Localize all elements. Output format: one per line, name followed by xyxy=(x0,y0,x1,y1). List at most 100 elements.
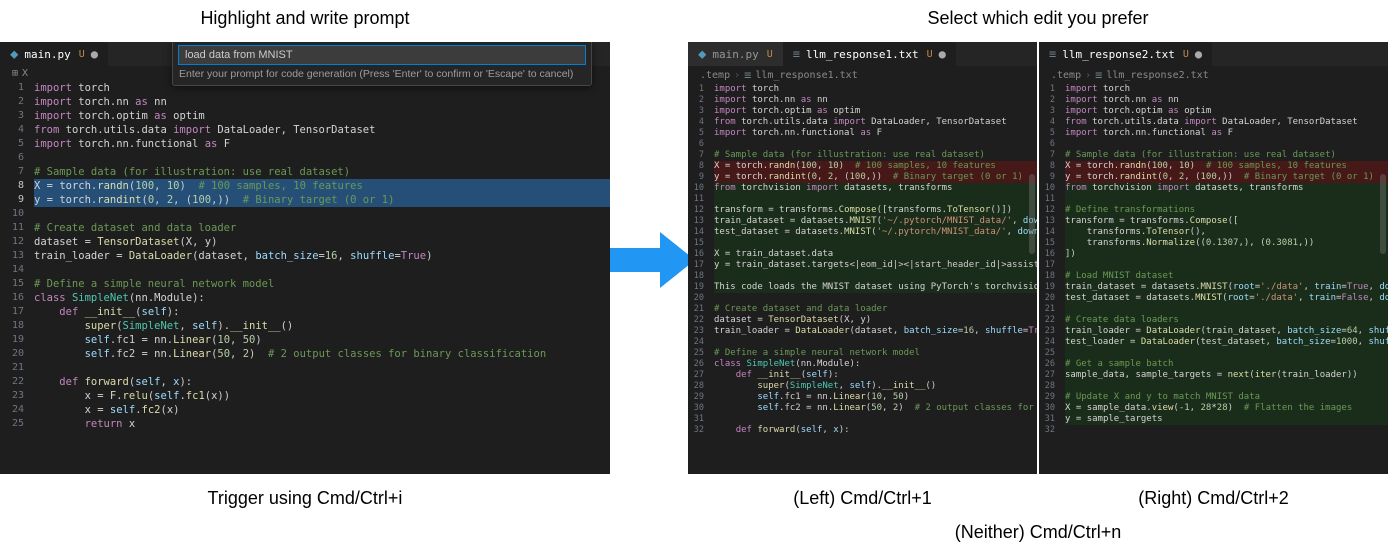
code-line[interactable]: train_dataset = datasets.MNIST('~/.pytor… xyxy=(714,216,1037,227)
code-line[interactable]: from torchvision import datasets, transf… xyxy=(714,183,1037,194)
code-area[interactable]: import torchimport torch.nn as nnimport … xyxy=(714,84,1037,474)
code-line[interactable]: y = train_dataset.targets<|eom_id|><|sta… xyxy=(714,260,1037,271)
code-line[interactable] xyxy=(1065,304,1388,315)
code-line[interactable]: from torch.utils.data import DataLoader,… xyxy=(1065,117,1388,128)
code-line[interactable]: # Define a simple neural network model xyxy=(714,348,1037,359)
code-line[interactable] xyxy=(1065,348,1388,359)
code-line[interactable]: dataset = TensorDataset(X, y) xyxy=(34,235,610,249)
code-line[interactable]: self.fc1 = nn.Linear(10, 50) xyxy=(34,333,610,347)
scrollbar-vertical[interactable] xyxy=(1029,174,1035,254)
code-line[interactable]: self.fc2 = nn.Linear(50, 2) # 2 output c… xyxy=(34,347,610,361)
code-line[interactable]: # Sample data (for illustration: use rea… xyxy=(1065,150,1388,161)
code-line[interactable]: from torch.utils.data import DataLoader,… xyxy=(34,123,610,137)
tab-llm-response1[interactable]: ≡ llm_response1.txt U ● xyxy=(783,42,956,66)
code-line[interactable]: from torchvision import datasets, transf… xyxy=(1065,183,1388,194)
code-line[interactable]: import torch.nn as nn xyxy=(34,95,610,109)
scrollbar-vertical[interactable] xyxy=(1380,174,1386,254)
code-line[interactable]: import torch.nn.functional as F xyxy=(714,128,1037,139)
code-line[interactable]: # Get a sample batch xyxy=(1065,359,1388,370)
code-line[interactable]: import torch.nn as nn xyxy=(1065,95,1388,106)
code-line[interactable]: # Sample data (for illustration: use rea… xyxy=(34,165,610,179)
code-line[interactable] xyxy=(1065,381,1388,392)
code-line[interactable]: test_dataset = datasets.MNIST('~/.pytorc… xyxy=(714,227,1037,238)
code-line[interactable]: import torch.optim as optim xyxy=(714,106,1037,117)
code-line[interactable] xyxy=(34,207,610,221)
code-line[interactable]: # Create data loaders xyxy=(1065,315,1388,326)
code-gen-prompt-input[interactable] xyxy=(178,45,586,65)
code-line[interactable]: X = train_dataset.data xyxy=(714,249,1037,260)
code-line[interactable]: import torch.nn as nn xyxy=(714,95,1037,106)
code-line[interactable]: train_loader = DataLoader(dataset, batch… xyxy=(714,326,1037,337)
code-line[interactable]: import torch xyxy=(1065,84,1388,95)
code-line[interactable]: y = sample_targets xyxy=(1065,414,1388,425)
code-line[interactable]: y = torch.randint(0, 2, (100,)) # Binary… xyxy=(714,172,1037,183)
code-area[interactable]: import torchimport torch.nn as nnimport … xyxy=(1065,84,1388,474)
code-line[interactable]: test_loader = DataLoader(test_dataset, b… xyxy=(1065,337,1388,348)
code-line[interactable]: super(SimpleNet, self).__init__() xyxy=(714,381,1037,392)
code-line[interactable]: train_loader = DataLoader(train_dataset,… xyxy=(1065,326,1388,337)
code-line[interactable]: import torch.optim as optim xyxy=(34,109,610,123)
code-line[interactable] xyxy=(1065,425,1388,436)
code-line[interactable]: self.fc2 = nn.Linear(50, 2) # 2 output c… xyxy=(714,403,1037,414)
code-line[interactable]: from torch.utils.data import DataLoader,… xyxy=(714,117,1037,128)
code-line[interactable]: return x xyxy=(34,417,610,431)
tab-main-py-inactive[interactable]: ⬥ main.py U xyxy=(688,42,783,66)
code-line[interactable]: # Load MNIST dataset xyxy=(1065,271,1388,282)
code-line[interactable]: # Define transformations xyxy=(1065,205,1388,216)
code-line[interactable] xyxy=(714,139,1037,150)
code-line[interactable]: y = torch.randint(0, 2, (100,)) # Binary… xyxy=(34,193,610,207)
code-line[interactable]: # Define a simple neural network model xyxy=(34,277,610,291)
code-line[interactable]: def forward(self, x): xyxy=(34,375,610,389)
code-line[interactable]: x = F.relu(self.fc1(x)) xyxy=(34,389,610,403)
code-line[interactable]: import torch xyxy=(714,84,1037,95)
code-line[interactable] xyxy=(714,194,1037,205)
code-line[interactable] xyxy=(1065,260,1388,271)
code-line[interactable] xyxy=(714,293,1037,304)
code-line[interactable]: self.fc1 = nn.Linear(10, 50) xyxy=(714,392,1037,403)
code-line[interactable]: transform = transforms.Compose([ xyxy=(1065,216,1388,227)
code-line[interactable]: # Update X and y to match MNIST data xyxy=(1065,392,1388,403)
code-line[interactable]: # Create dataset and data loader xyxy=(714,304,1037,315)
code-line[interactable] xyxy=(714,414,1037,425)
code-line[interactable] xyxy=(34,151,610,165)
code-line[interactable]: import torch.nn.functional as F xyxy=(34,137,610,151)
code-line[interactable]: X = sample_data.view(-1, 28*28) # Flatte… xyxy=(1065,403,1388,414)
code-line[interactable]: train_dataset = datasets.MNIST(root='./d… xyxy=(1065,282,1388,293)
code-line[interactable]: # Create dataset and data loader xyxy=(34,221,610,235)
code-line[interactable]: y = torch.randint(0, 2, (100,)) # Binary… xyxy=(1065,172,1388,183)
code-line[interactable]: transforms.Normalize((0.1307,), (0.3081,… xyxy=(1065,238,1388,249)
breadcrumb-response2[interactable]: .temp › ≡ llm_response2.txt xyxy=(1039,66,1388,84)
code-line[interactable] xyxy=(1065,194,1388,205)
code-line[interactable]: X = torch.randn(100, 10) # 100 samples, … xyxy=(1065,161,1388,172)
code-line[interactable]: # Sample data (for illustration: use rea… xyxy=(714,150,1037,161)
code-line[interactable]: x = self.fc2(x) xyxy=(34,403,610,417)
code-line[interactable]: def __init__(self): xyxy=(34,305,610,319)
code-line[interactable] xyxy=(714,337,1037,348)
tab-llm-response2[interactable]: ≡ llm_response2.txt U ● xyxy=(1039,42,1212,66)
code-line[interactable]: class SimpleNet(nn.Module): xyxy=(714,359,1037,370)
code-line[interactable] xyxy=(1065,139,1388,150)
breadcrumb-response1[interactable]: .temp › ≡ llm_response1.txt xyxy=(688,66,1037,84)
code-line[interactable]: transform = transforms.Compose([transfor… xyxy=(714,205,1037,216)
code-line[interactable]: This code loads the MNIST dataset using … xyxy=(714,282,1037,293)
code-line[interactable]: sample_data, sample_targets = next(iter(… xyxy=(1065,370,1388,381)
code-line[interactable]: X = torch.randn(100, 10) # 100 samples, … xyxy=(34,179,610,193)
code-line[interactable]: dataset = TensorDataset(X, y) xyxy=(714,315,1037,326)
code-line[interactable]: def forward(self, x): xyxy=(714,425,1037,436)
code-line[interactable] xyxy=(34,263,610,277)
code-line[interactable]: def __init__(self): xyxy=(714,370,1037,381)
code-line[interactable] xyxy=(34,361,610,375)
code-line[interactable] xyxy=(714,271,1037,282)
code-line[interactable]: test_dataset = datasets.MNIST(root='./da… xyxy=(1065,293,1388,304)
code-line[interactable] xyxy=(714,238,1037,249)
code-line[interactable]: train_loader = DataLoader(dataset, batch… xyxy=(34,249,610,263)
code-line[interactable]: class SimpleNet(nn.Module): xyxy=(34,291,610,305)
code-area[interactable]: import torchimport torch.nn as nnimport … xyxy=(34,81,610,473)
code-line[interactable]: ]) xyxy=(1065,249,1388,260)
code-line[interactable]: X = torch.randn(100, 10) # 100 samples, … xyxy=(714,161,1037,172)
code-line[interactable]: super(SimpleNet, self).__init__() xyxy=(34,319,610,333)
code-line[interactable]: import torch.optim as optim xyxy=(1065,106,1388,117)
tab-main-py[interactable]: ⬥ main.py U ● xyxy=(0,42,108,66)
code-line[interactable]: import torch.nn.functional as F xyxy=(1065,128,1388,139)
code-line[interactable]: transforms.ToTensor(), xyxy=(1065,227,1388,238)
